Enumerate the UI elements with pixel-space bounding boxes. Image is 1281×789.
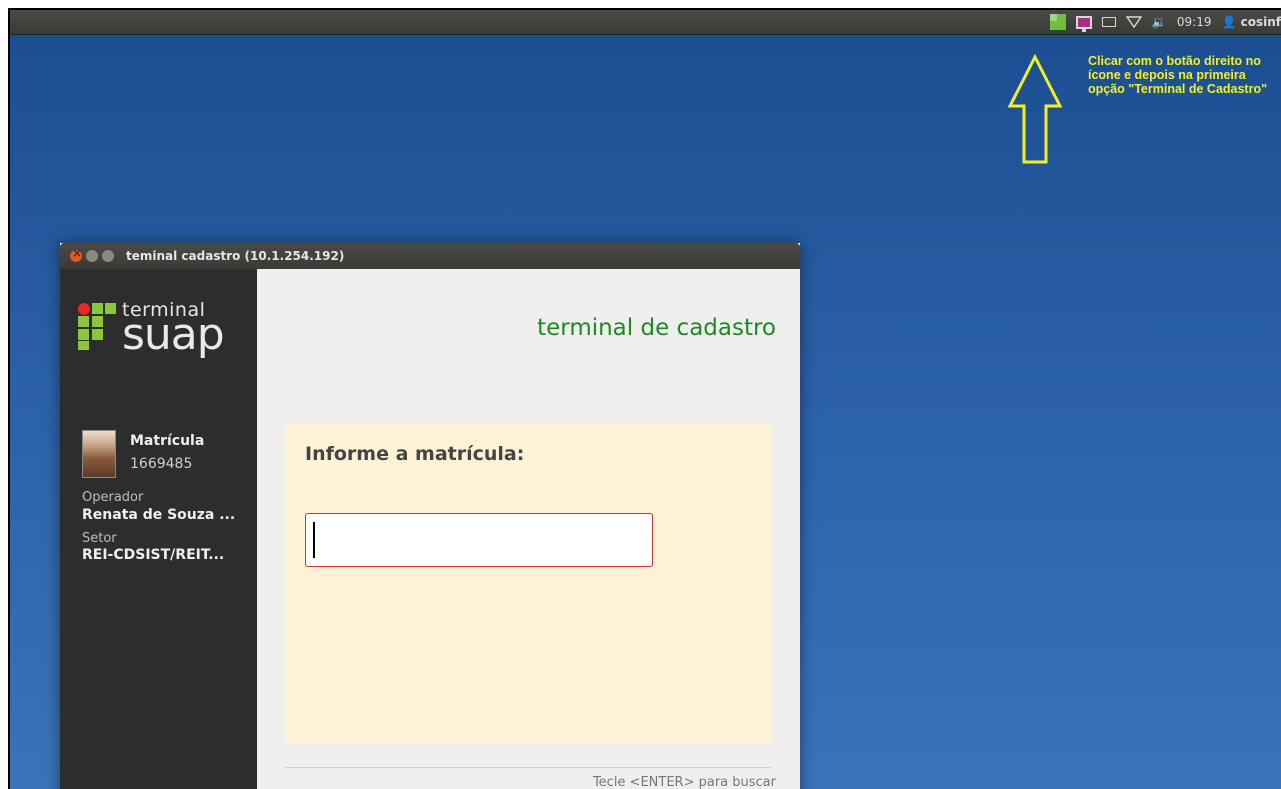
wifi-icon[interactable] — [1125, 16, 1142, 28]
divider — [285, 767, 771, 768]
matricula-label: Matrícula — [130, 433, 205, 449]
matricula-form: Informe a matrícula: — [285, 423, 771, 744]
page-title: terminal de cadastro — [537, 315, 776, 341]
operador-label: Operador — [82, 490, 144, 505]
avatar — [82, 430, 116, 478]
volume-icon[interactable]: 🔉 — [1152, 15, 1167, 29]
setor-value: REI-CDSIST/REIT... — [82, 547, 225, 563]
minimize-button[interactable] — [86, 250, 98, 262]
window-title: teminal cadastro (10.1.254.192) — [126, 249, 345, 263]
main-content: terminal de cadastro Informe a matrícula… — [257, 269, 800, 789]
maximize-button[interactable] — [102, 250, 114, 262]
annotation-arrow-icon — [1007, 54, 1063, 164]
matricula-prompt-label: Informe a matrícula: — [305, 443, 525, 465]
mail-icon[interactable] — [1101, 17, 1116, 27]
matricula-value: 1669485 — [130, 456, 193, 472]
desktop: 🔉 09:19 👤 cosinf Clicar com o botão dire… — [8, 8, 1281, 789]
text-cursor — [313, 522, 315, 558]
user-menu[interactable]: 👤 cosinf — [1221, 15, 1281, 29]
operador-value: Renata de Souza ... — [82, 507, 236, 523]
setor-label: Setor — [82, 531, 117, 546]
window-titlebar[interactable]: teminal cadastro (10.1.254.192) — [60, 243, 800, 269]
terminal-cadastro-window: teminal cadastro (10.1.254.192) terminal… — [60, 243, 800, 789]
user-icon: 👤 — [1221, 15, 1237, 29]
logo-text-suap: suap — [122, 309, 225, 360]
sidebar: terminal suap Matrícula 1669485 Operador… — [60, 269, 257, 789]
enter-hint: Tecle <ENTER> para buscar — [592, 775, 776, 789]
annotation-text: Clicar com o botão direito no ícone e de… — [1088, 54, 1268, 96]
close-button[interactable] — [70, 246, 82, 262]
suap-logo-icon — [78, 303, 116, 350]
monitor-icon[interactable] — [1075, 15, 1092, 32]
clock[interactable]: 09:19 — [1177, 15, 1212, 29]
suap-tray-icon[interactable] — [1049, 14, 1066, 30]
username: cosinf — [1240, 15, 1281, 29]
top-panel: 🔉 09:19 👤 cosinf — [10, 10, 1281, 35]
system-tray: 🔉 09:19 👤 cosinf — [1049, 10, 1281, 34]
matricula-input[interactable] — [305, 513, 653, 567]
